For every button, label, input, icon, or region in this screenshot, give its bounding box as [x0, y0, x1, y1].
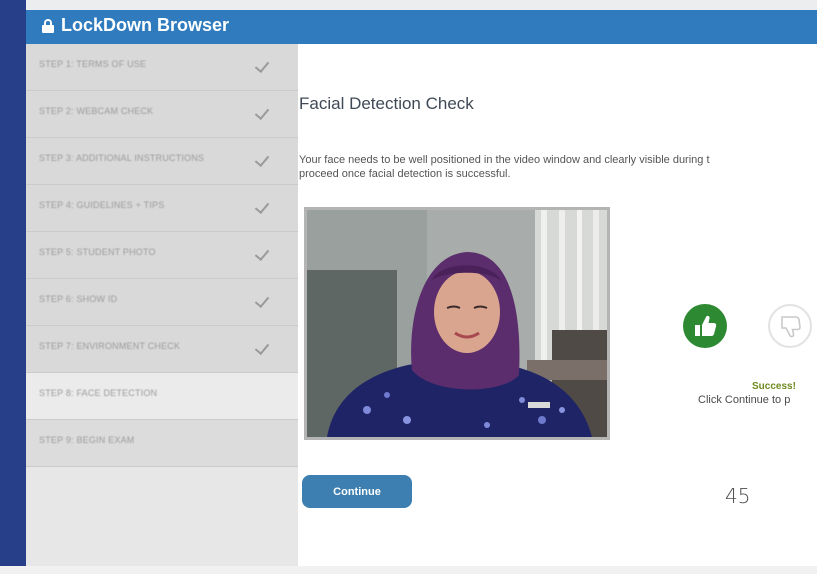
page-title: Facial Detection Check	[299, 94, 474, 113]
detection-status-title: Success!	[752, 381, 796, 392]
step-label: STEP 2: WEBCAM CHECK	[39, 106, 154, 116]
screen: LockDown Browser STEP 1: TERMS OF USE ST…	[0, 0, 817, 574]
webcam-image	[307, 210, 607, 437]
sidebar-step-show-id[interactable]: STEP 6: SHOW ID	[26, 279, 298, 326]
title-bar: LockDown Browser	[26, 10, 817, 44]
main-content: Facial Detection Check Your face needs t…	[298, 44, 817, 566]
step-label: STEP 8: FACE DETECTION	[39, 388, 158, 398]
instructions-line: proceed once facial detection is success…	[299, 168, 511, 180]
step-label: STEP 9: BEGIN EXAM	[39, 435, 135, 445]
checkmark-icon	[254, 339, 270, 356]
instructions-text: Your face needs to be well positioned in…	[299, 153, 817, 181]
app-title-group: LockDown Browser	[42, 15, 229, 36]
sidebar-step-student-photo[interactable]: STEP 5: STUDENT PHOTO	[26, 232, 298, 279]
detection-status-hint: Click Continue to p	[698, 394, 791, 406]
webcam-video	[307, 210, 607, 437]
steps-sidebar: STEP 1: TERMS OF USE STEP 2: WEBCAM CHEC…	[26, 44, 298, 566]
step-label: STEP 6: SHOW ID	[39, 294, 118, 304]
sidebar-step-guidelines-tips[interactable]: STEP 4: GUIDELINES + TIPS	[26, 185, 298, 232]
sidebar-step-additional-instructions[interactable]: STEP 3: ADDITIONAL INSTRUCTIONS	[26, 138, 298, 185]
checkmark-icon	[254, 198, 270, 215]
step-label: STEP 5: STUDENT PHOTO	[39, 247, 156, 257]
step-label: STEP 3: ADDITIONAL INSTRUCTIONS	[39, 153, 205, 163]
checkmark-icon	[254, 245, 270, 262]
step-label: STEP 7: ENVIRONMENT CHECK	[39, 341, 181, 351]
checkmark-icon	[254, 104, 270, 121]
sidebar-step-environment-check[interactable]: STEP 7: ENVIRONMENT CHECK	[26, 326, 298, 373]
page-number: 45	[725, 484, 751, 508]
checkmark-icon	[254, 151, 270, 168]
instructions-line: Your face needs to be well positioned in…	[299, 154, 710, 166]
bottom-strip	[0, 566, 817, 574]
thumbs-down-icon	[768, 304, 812, 348]
step-label: STEP 4: GUIDELINES + TIPS	[39, 200, 165, 210]
checkmark-icon	[254, 57, 270, 74]
sidebar-step-face-detection[interactable]: STEP 8: FACE DETECTION	[26, 373, 298, 420]
app-title: LockDown Browser	[61, 15, 230, 35]
thumbs-up-icon	[683, 304, 727, 348]
left-bezel	[0, 0, 26, 574]
step-label: STEP 1: TERMS OF USE	[39, 59, 147, 69]
sidebar-step-begin-exam[interactable]: STEP 9: BEGIN EXAM	[26, 420, 298, 467]
continue-button[interactable]: Continue	[302, 475, 412, 508]
sidebar-step-terms-of-use[interactable]: STEP 1: TERMS OF USE	[26, 44, 298, 91]
checkmark-icon	[254, 292, 270, 309]
lock-icon	[42, 18, 54, 33]
webcam-video-frame	[304, 207, 610, 440]
sidebar-step-webcam-check[interactable]: STEP 2: WEBCAM CHECK	[26, 91, 298, 138]
